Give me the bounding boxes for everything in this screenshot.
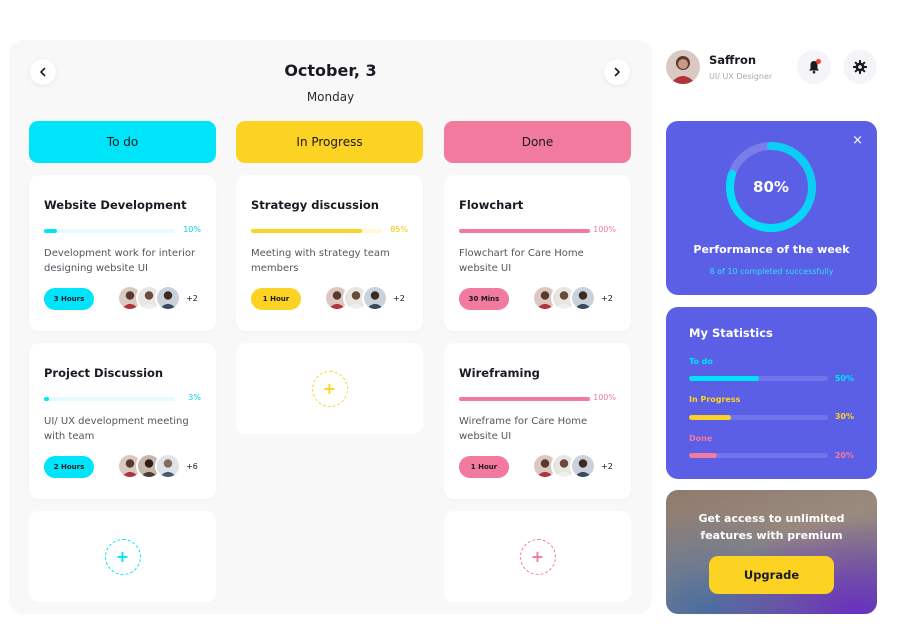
task-card-project-discussion[interactable]: Project Discussion 3% UI/ UX development… <box>29 343 216 499</box>
more-assignees-count: +2 <box>601 293 613 303</box>
column-header-done[interactable]: Done <box>444 121 631 163</box>
statistics-title: My Statistics <box>689 326 773 340</box>
stat-percent-done: 20% <box>834 451 854 460</box>
statistics-card: My Statistics To do 50% In Progress 30% … <box>666 307 877 479</box>
profile-name: Saffron <box>709 53 757 67</box>
stat-bar-in-progress <box>689 415 828 420</box>
performance-title: Performance of the week <box>693 243 850 256</box>
stat-label-todo: To do <box>689 357 713 366</box>
task-card-wireframing[interactable]: Wireframing 100% Wireframe for Care Home… <box>444 343 631 499</box>
more-assignees-count: +2 <box>601 461 613 471</box>
task-progress-fill <box>251 229 363 233</box>
stat-bar-fill-done <box>689 453 717 458</box>
day-label: Monday <box>306 90 355 104</box>
time-badge: 1 Hour <box>459 456 509 478</box>
performance-subtitle: 8 of 10 completed successfully <box>709 267 834 276</box>
task-title: Project Discussion <box>44 366 164 380</box>
task-progress-bar <box>44 397 175 401</box>
avatar <box>155 453 181 479</box>
more-assignees-count: +2 <box>393 293 405 303</box>
avatar <box>155 285 181 311</box>
assignee-avatars[interactable]: +2 <box>117 285 198 311</box>
more-assignees-count: +2 <box>186 293 198 303</box>
stat-percent-in-progress: 30% <box>834 412 854 421</box>
task-title: Strategy discussion <box>251 198 379 212</box>
task-title: Website Development <box>44 198 187 212</box>
notification-dot <box>816 59 821 64</box>
avatar <box>362 285 388 311</box>
stat-bar-fill-in-progress <box>689 415 731 420</box>
avatar <box>570 453 596 479</box>
stat-bar-todo <box>689 376 828 381</box>
task-title: Wireframing <box>459 366 540 380</box>
task-progress-label: 10% <box>183 225 201 234</box>
upgrade-button[interactable]: Upgrade <box>709 556 834 594</box>
add-task-button-in-progress[interactable]: + <box>311 370 348 407</box>
stat-bar-fill-todo <box>689 376 759 381</box>
gear-icon <box>853 60 867 74</box>
time-badge: 30 Mins <box>459 288 509 310</box>
notifications-button[interactable] <box>797 50 831 84</box>
dashboard: October, 3 Monday To do In Progress Done… <box>0 0 904 633</box>
stat-label-in-progress: In Progress <box>689 395 741 404</box>
stat-bar-done <box>689 453 828 458</box>
date-title: October, 3 <box>284 61 377 80</box>
task-progress-bar <box>459 229 590 233</box>
task-progress-bar <box>44 229 175 233</box>
assignee-avatars[interactable]: +2 <box>324 285 405 311</box>
add-task-card-done: + <box>444 511 631 602</box>
profile-avatar[interactable] <box>666 50 700 84</box>
task-progress-fill <box>459 229 590 233</box>
add-task-card-in-progress: + <box>236 343 423 434</box>
settings-button[interactable] <box>843 50 877 84</box>
task-description: Meeting with strategy team members <box>251 248 390 274</box>
task-description: UI/ UX development meeting with team <box>44 416 189 442</box>
task-progress-fill <box>459 397 590 401</box>
task-description: Flowchart for Care Home website UI <box>459 248 584 274</box>
task-description: Wireframe for Care Home website UI <box>459 416 588 442</box>
task-card-website-development[interactable]: Website Development 10% Development work… <box>29 175 216 331</box>
time-badge: 3 Hours <box>44 288 94 310</box>
stat-label-done: Done <box>689 434 713 443</box>
add-task-card-todo: + <box>29 511 216 602</box>
assignee-avatars[interactable]: +6 <box>117 453 198 479</box>
add-task-button-todo[interactable]: + <box>104 538 141 575</box>
performance-percent: 80% <box>753 178 789 196</box>
task-progress-label: 3% <box>188 393 201 402</box>
profile-role: UI/ UX Designer <box>709 72 773 81</box>
task-title: Flowchart <box>459 198 524 212</box>
task-progress-fill <box>44 229 58 233</box>
upgrade-text-line: features with premium <box>700 529 843 542</box>
task-progress-bar <box>459 397 590 401</box>
task-progress-label: 100% <box>593 225 616 234</box>
task-description: Development work for interior designing … <box>44 248 196 274</box>
close-icon[interactable]: × <box>852 133 863 148</box>
avatar <box>570 285 596 311</box>
upgrade-card: Get access to unlimited features with pr… <box>666 490 877 614</box>
assignee-avatars[interactable]: +2 <box>532 285 613 311</box>
upgrade-text: Get access to unlimited features with pr… <box>666 510 877 544</box>
stat-percent-todo: 50% <box>834 374 854 383</box>
upgrade-text-line: Get access to unlimited <box>698 512 845 525</box>
performance-card: × 80% Performance of the week 8 of 10 co… <box>666 121 877 295</box>
column-header-in-progress[interactable]: In Progress <box>236 121 423 163</box>
task-card-strategy-discussion[interactable]: Strategy discussion 85% Meeting with str… <box>236 175 423 331</box>
task-card-flowchart[interactable]: Flowchart 100% Flowchart for Care Home w… <box>444 175 631 331</box>
assignee-avatars[interactable]: +2 <box>532 453 613 479</box>
add-task-button-done[interactable]: + <box>519 538 556 575</box>
task-progress-label: 85% <box>390 225 408 234</box>
task-progress-label: 100% <box>593 393 616 402</box>
more-assignees-count: +6 <box>186 461 198 471</box>
task-progress-fill <box>44 397 49 401</box>
time-badge: 1 Hour <box>251 288 301 310</box>
task-progress-bar <box>251 229 382 233</box>
column-header-todo[interactable]: To do <box>29 121 216 163</box>
time-badge: 2 Hours <box>44 456 94 478</box>
